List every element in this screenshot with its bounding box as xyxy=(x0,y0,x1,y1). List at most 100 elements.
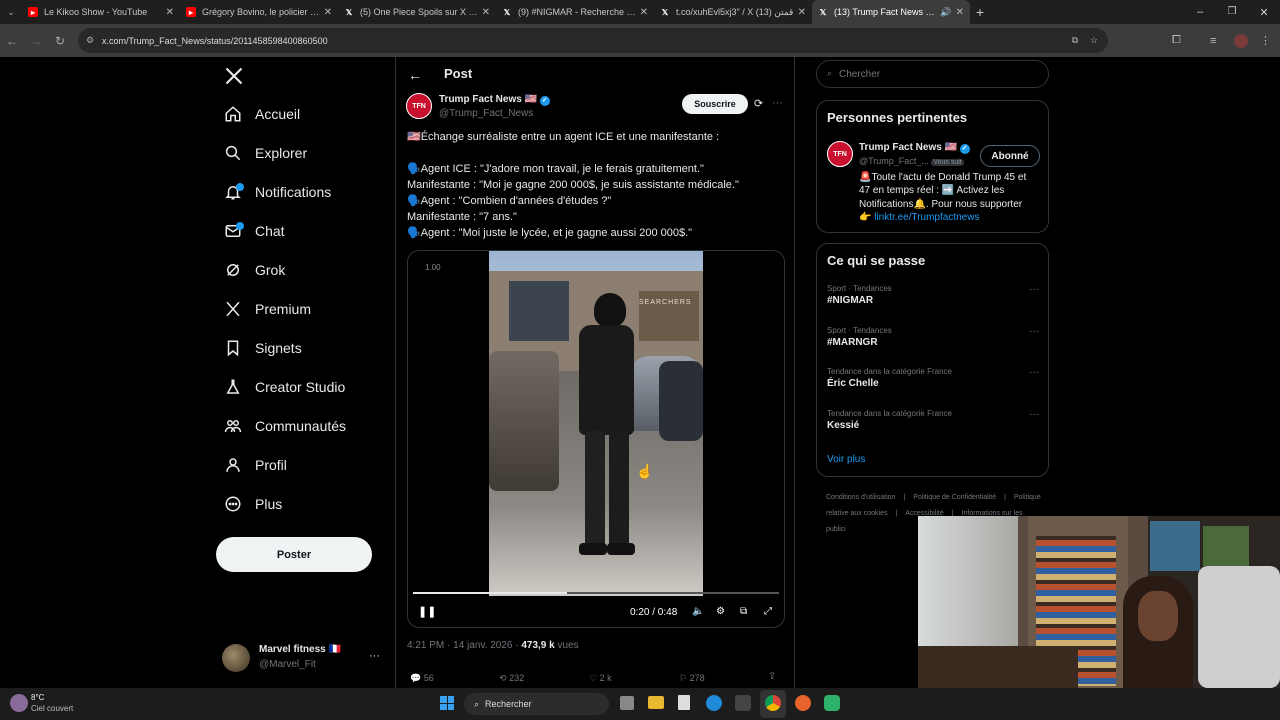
search-box[interactable]: ⌕ Chercher xyxy=(816,60,1049,88)
see-more-link[interactable]: Voir plus xyxy=(827,454,865,465)
windows-start-icon[interactable] xyxy=(440,696,454,710)
video-progress-track[interactable] xyxy=(413,592,779,594)
trend-more-icon[interactable]: ··· xyxy=(1029,409,1039,420)
trend-item[interactable]: Tendance dans la catégorie France Éric Ch… xyxy=(827,367,1039,389)
media-icon[interactable]: ≡ xyxy=(1210,35,1216,47)
browser-tab-bar: ⌄ ▸ Le Kikoo Show - YouTube ✕ ▸ Grégory Bovi… xyxy=(0,0,1280,24)
nav-item-plus[interactable]: Plus xyxy=(222,489,282,519)
browser-tab[interactable]: 𝕏 (5) One Piece Spoils sur X : "#O ✕ xyxy=(338,0,496,24)
repost-button[interactable]: ⟲ 232 xyxy=(499,673,524,684)
author-handle[interactable]: @Trump_Fact_News xyxy=(439,108,533,119)
nav-item-chat[interactable]: Chat xyxy=(222,216,285,246)
relevant-handle[interactable]: @Trump_Fact_... xyxy=(859,156,929,166)
speaker-icon[interactable]: 🔊 xyxy=(940,7,951,18)
like-button[interactable]: ♡ 2 k xyxy=(589,673,612,684)
trend-more-icon[interactable]: ··· xyxy=(1029,326,1039,337)
author-name[interactable]: Trump Fact News 🇺🇸 ✓ xyxy=(439,94,550,106)
settings-gear-icon[interactable]: ⚙ xyxy=(716,606,725,617)
tab-close-icon[interactable]: ✕ xyxy=(956,7,964,18)
browser-tab[interactable]: 𝕏 (13) Trump Fact News us su 🔊 ✕ xyxy=(812,0,970,24)
tab-title: (13) Trump Fact News us su xyxy=(834,7,938,17)
new-tab-button[interactable]: + xyxy=(970,4,990,20)
footer-link[interactable]: Politique de Confidentialité xyxy=(913,494,996,501)
browser-menu-icon[interactable]: ⋮ xyxy=(1260,34,1271,47)
x-logo-icon xyxy=(222,298,244,320)
author-avatar[interactable]: TFN xyxy=(406,93,432,119)
reload-icon[interactable]: ↻ xyxy=(48,34,72,48)
nav-item-creator-studio[interactable]: Creator Studio xyxy=(222,372,345,402)
app-icon[interactable] xyxy=(824,695,840,711)
nav-item-profil[interactable]: Profil xyxy=(222,450,287,480)
fullscreen-icon[interactable]: ⤢ xyxy=(764,606,772,617)
nav-item-signets[interactable]: Signets xyxy=(222,333,302,363)
account-switcher[interactable]: Marvel fitness 🇫🇷 @Marvel_Fit ··· xyxy=(222,642,382,674)
volume-icon[interactable]: 🔈 xyxy=(692,606,704,617)
pause-icon[interactable]: ❚❚ xyxy=(418,605,436,618)
subscribe-button[interactable]: Souscrire xyxy=(682,94,748,114)
browser-tab[interactable]: ▸ Grégory Bovino, le policier qui ✕ xyxy=(180,0,338,24)
nav-label: Premium xyxy=(255,301,312,317)
relevant-name[interactable]: Trump Fact News 🇺🇸 ✓ xyxy=(859,142,970,154)
post-more-icon[interactable]: ··· xyxy=(772,97,783,109)
bookmark-button[interactable]: ⚐ 278 xyxy=(679,673,705,684)
tab-close-icon[interactable]: ✕ xyxy=(166,7,174,18)
store-icon[interactable] xyxy=(735,695,751,711)
browser-tab[interactable]: 𝕏t.co/xuhEvl5xj3" / X قمتن (13) ✕ xyxy=(654,0,812,24)
install-icon[interactable]: ⧉ xyxy=(1072,35,1078,46)
bookmark-icon xyxy=(222,337,244,359)
close-window-button[interactable]: ✕ xyxy=(1248,6,1280,19)
profile-avatar[interactable] xyxy=(1234,33,1248,48)
weather-icon[interactable] xyxy=(10,694,28,712)
trend-more-icon[interactable]: ··· xyxy=(1029,284,1039,295)
chrome-taskbar-item[interactable] xyxy=(760,690,786,718)
tab-close-icon[interactable]: ✕ xyxy=(798,7,806,18)
relevant-handle-row: @Trump_Fact_... Vous suit xyxy=(859,156,964,166)
browser-tab[interactable]: ▸ Le Kikoo Show - YouTube ✕ xyxy=(22,0,180,24)
star-icon[interactable]: ☆ xyxy=(1090,35,1098,46)
nav-item-notifications[interactable]: Notifications xyxy=(222,177,331,207)
nav-item-explorer[interactable]: Explorer xyxy=(222,138,307,168)
nav-item-communautés[interactable]: Communautés xyxy=(222,411,346,441)
file-explorer-icon[interactable] xyxy=(648,696,664,709)
trend-item[interactable]: Sport · Tendances #MARNGR ··· xyxy=(827,326,1039,348)
reply-button[interactable]: 💬 56 xyxy=(410,673,434,684)
tab-search-chevron-icon[interactable]: ⌄ xyxy=(0,7,22,18)
tab-close-icon[interactable]: ✕ xyxy=(482,7,490,18)
taskbar-search[interactable]: ⌕ Rechercher xyxy=(464,693,609,715)
forward-icon[interactable]: → xyxy=(24,34,48,48)
nav-item-accueil[interactable]: Accueil xyxy=(222,99,300,129)
back-icon[interactable]: ← xyxy=(0,34,24,48)
nav-label: Chat xyxy=(255,223,285,239)
browser-tab[interactable]: 𝕏 (9) #NIGMAR - Recherche / X ✕ xyxy=(496,0,654,24)
tab-close-icon[interactable]: ✕ xyxy=(324,7,332,18)
nav-item-grok[interactable]: Grok xyxy=(222,255,285,285)
nav-item-premium[interactable]: Premium xyxy=(222,294,311,324)
relevant-avatar[interactable]: TFN xyxy=(827,141,853,167)
account-more-icon[interactable]: ··· xyxy=(369,650,380,662)
extensions-icon[interactable]: ⧠ xyxy=(1172,34,1181,47)
bio-link[interactable]: linktr.ee/Trumpfactnews xyxy=(874,212,979,223)
edge-icon[interactable] xyxy=(706,695,722,711)
site-info-icon[interactable]: ⚙ xyxy=(86,35,94,46)
following-button[interactable]: Abonné xyxy=(980,145,1040,167)
footer-link[interactable]: Conditions d'utilisation xyxy=(826,494,895,501)
grok-icon[interactable]: ⟳ xyxy=(754,97,763,110)
post-timestamp[interactable]: 4:21 PM · 14 janv. 2026 · xyxy=(407,640,521,651)
trend-item[interactable]: Tendance dans la catégorie France Kessié ·… xyxy=(827,409,1039,431)
share-icon[interactable]: ⇪ xyxy=(768,671,776,682)
address-bar[interactable]: ⚙ x.com/Trump_Fact_News/status/201145859… xyxy=(78,28,1108,53)
restore-button[interactable]: ❐ xyxy=(1216,6,1248,19)
trend-item[interactable]: Sport · Tendances #NIGMAR ··· xyxy=(827,284,1039,306)
video-player[interactable]: 1.00 SEARCHERS ❚❚ 0:20 / 0:48 🔈 ⚙ ⧉ ⤢ xyxy=(407,250,785,628)
trend-more-icon[interactable]: ··· xyxy=(1029,367,1039,378)
task-view-icon[interactable] xyxy=(620,696,634,710)
playback-speed[interactable]: 1.00 xyxy=(425,263,441,272)
post-button[interactable]: Poster xyxy=(216,537,372,572)
firefox-icon[interactable] xyxy=(795,695,811,711)
notepad-icon[interactable] xyxy=(678,695,690,710)
tab-close-icon[interactable]: ✕ xyxy=(640,7,648,18)
minimize-button[interactable]: – xyxy=(1184,6,1216,19)
back-arrow-icon[interactable]: ← xyxy=(408,67,422,83)
x-logo-icon[interactable] xyxy=(224,66,244,86)
picture-in-picture-icon[interactable]: ⧉ xyxy=(740,606,747,617)
